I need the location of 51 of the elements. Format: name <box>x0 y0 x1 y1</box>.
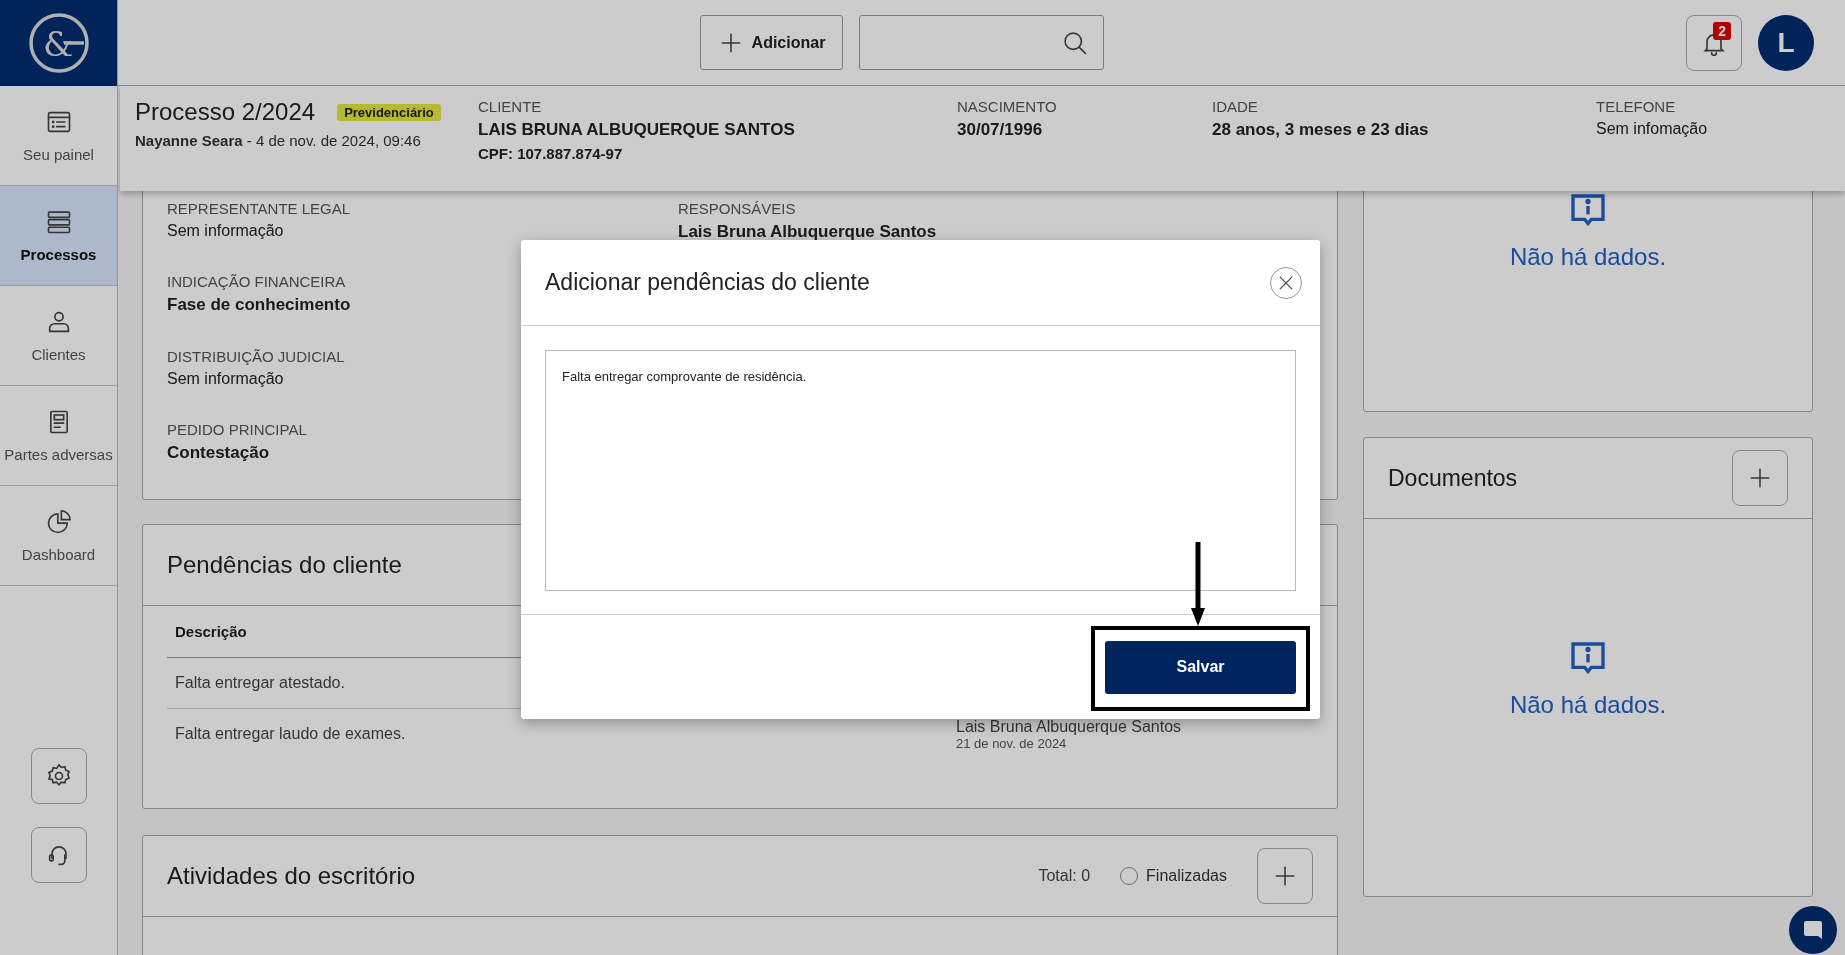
table-cell-text: Falta entregar laudo de exames. <box>175 725 407 743</box>
field-label: TELEFONE <box>1596 98 1676 115</box>
process-subtitle: Nayanne Seara - 4 de nov. de 2024, 09:46 <box>135 132 422 149</box>
process-title: Processo 2/2024 <box>135 98 316 126</box>
add-document-button[interactable] <box>1732 450 1788 506</box>
notification-badge: 2 <box>1713 21 1731 40</box>
field-value: 28 anos, 3 meses e 23 dias <box>1212 120 1429 140</box>
modal-title: Adicionar pendências do cliente <box>545 269 871 296</box>
field-value: Contestação <box>167 443 270 463</box>
field-label: DISTRIBUIÇÃO JUDICIAL <box>167 348 345 365</box>
field-label: REPRESENTANTE LEGAL <box>167 200 351 217</box>
search-field[interactable] <box>859 15 1104 70</box>
chat-button[interactable] <box>1789 906 1837 954</box>
empty-message: Não há dados. <box>1509 243 1667 271</box>
date-text: 21 de nov. de 2024 <box>956 735 1068 751</box>
column-header: Descrição <box>175 623 248 640</box>
author-name: Lais Bruna Albuquerque Santos <box>956 717 1183 736</box>
field-value: 30/07/1996 <box>957 120 1043 140</box>
sidebar-item[interactable]: Processos <box>0 186 117 286</box>
field-detail: CPF: 107.887.874-97 <box>478 145 623 162</box>
field-value: Lais Bruna Albuquerque Santos <box>678 222 937 242</box>
field-label: PEDIDO PRINCIPAL <box>167 421 307 438</box>
finished-radio[interactable]: Finalizadas <box>1120 867 1227 885</box>
field-label: IDADE <box>1212 98 1258 115</box>
close-button[interactable] <box>1270 266 1302 299</box>
notifications-button[interactable]: 2 <box>1686 14 1742 71</box>
table-cell-text: Falta entregar atestado. <box>175 674 346 692</box>
field-value: Fase de conhecimento <box>167 295 351 315</box>
category-tag: Previdenciário <box>337 103 441 121</box>
field-label: INDICAÇÃO FINANCEIRA <box>167 273 346 290</box>
field-value: Sem informação <box>167 370 284 388</box>
total-count: Total: 0 <box>1038 867 1091 885</box>
card-title: Documentos <box>1388 464 1519 492</box>
empty-message: Não há dados. <box>1509 691 1667 719</box>
field-value: Sem informação <box>167 222 284 240</box>
chat-bubble-icon <box>1801 918 1825 942</box>
field-label: RESPONSÁVEIS <box>678 200 796 217</box>
field-value: Sem infomação <box>1596 120 1708 138</box>
description-text-area[interactable]: Falta entregar comprovante de residência. <box>545 350 1296 591</box>
field-label: NASCIMENTO <box>957 98 1057 115</box>
add-activity-button[interactable] <box>1257 848 1313 904</box>
card-title: Atividades do escritório <box>167 862 417 890</box>
card-title: Pendências do cliente <box>167 551 403 579</box>
settings-button[interactable] <box>30 748 87 804</box>
add-button[interactable]: Adicionar <box>700 15 843 70</box>
field-label: CLIENTE <box>478 98 542 115</box>
logo[interactable]: & <box>0 0 117 86</box>
support-button[interactable] <box>30 827 87 883</box>
field-value: LAIS BRUNA ALBUQUERQUE SANTOS <box>478 120 795 140</box>
user-avatar[interactable]: L <box>1758 14 1814 71</box>
save-button[interactable]: Salvar <box>1105 640 1296 694</box>
